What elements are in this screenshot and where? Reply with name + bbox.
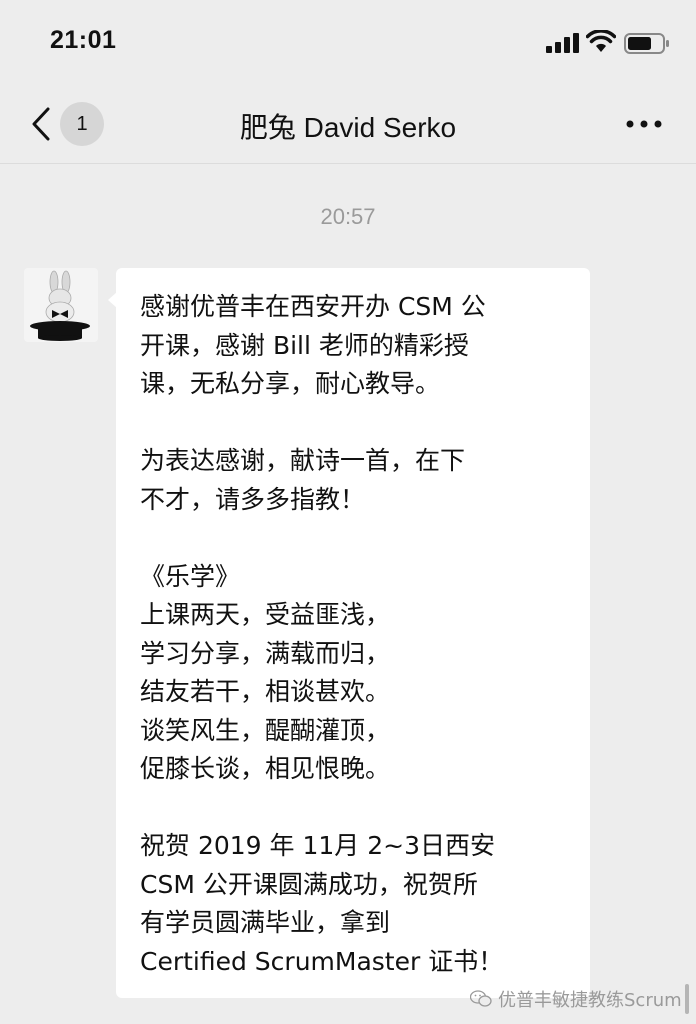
bubble-arrow [108, 292, 117, 308]
avatar[interactable] [24, 268, 98, 342]
message-line: 谈笑风生，醍醐灌顶， [140, 715, 391, 745]
chat-title: 肥兔 David Serko [239, 112, 457, 143]
more-dots-icon[interactable] [624, 114, 664, 134]
message-bubble[interactable]: 感谢优普丰在西安开办 CSM 公 开课，感谢 Bill 老师的精彩授 课，无私分… [108, 268, 590, 998]
wifi-icon [586, 30, 616, 52]
message-line: 结友若干，相谈甚欢。 [140, 677, 391, 706]
wechat-icon [470, 990, 492, 1007]
message-timestamp: 20:57 [320, 204, 376, 229]
message-line: 《乐学》 [140, 561, 241, 591]
message-line [140, 404, 568, 443]
message-line: 有学员圆满毕业，拿到 [140, 908, 391, 937]
battery-icon [624, 33, 669, 54]
message-line: 为表达感谢，献诗一首，在下 [140, 446, 466, 475]
message-line: 感谢优普丰在西安开办 CSM 公 [140, 292, 486, 321]
rabbit-in-top-hat-avatar [24, 268, 98, 342]
watermark: 优普丰敏捷教练Scrum [470, 986, 682, 1012]
message-text: 感谢优普丰在西安开办 CSM 公 开课，感谢 Bill 老师的精彩授 课，无私分… [140, 288, 568, 981]
chat-header: 1 肥兔 David Serko [0, 86, 696, 164]
message-line: 不才，请多多指教！ [140, 484, 366, 514]
status-bar: 21:01 [0, 0, 696, 86]
message-line: 上课两天，受益匪浅， [140, 600, 391, 629]
message-line [140, 519, 568, 558]
message-line: 开课，感谢 Bill 老师的精彩授 [140, 330, 469, 360]
message-line: 祝贺 2019 年 11月 2~3日西安 [140, 831, 495, 860]
watermark-text: 优普丰敏捷教练Scrum [498, 990, 682, 1011]
message-line: Certified ScrumMaster 证书！ [140, 946, 504, 976]
scrollbar[interactable] [685, 984, 689, 1014]
message-line: 课，无私分享，耐心教导。 [140, 369, 441, 398]
cellular-signal-icon [546, 33, 579, 53]
status-time: 21:01 [50, 26, 117, 54]
message-line: 促膝长谈，相见恨晚。 [140, 754, 391, 783]
message-line: CSM 公开课圆满成功，祝贺所 [140, 869, 478, 899]
message-line [140, 789, 568, 828]
message-line: 学习分享，满载而归， [140, 638, 391, 668]
